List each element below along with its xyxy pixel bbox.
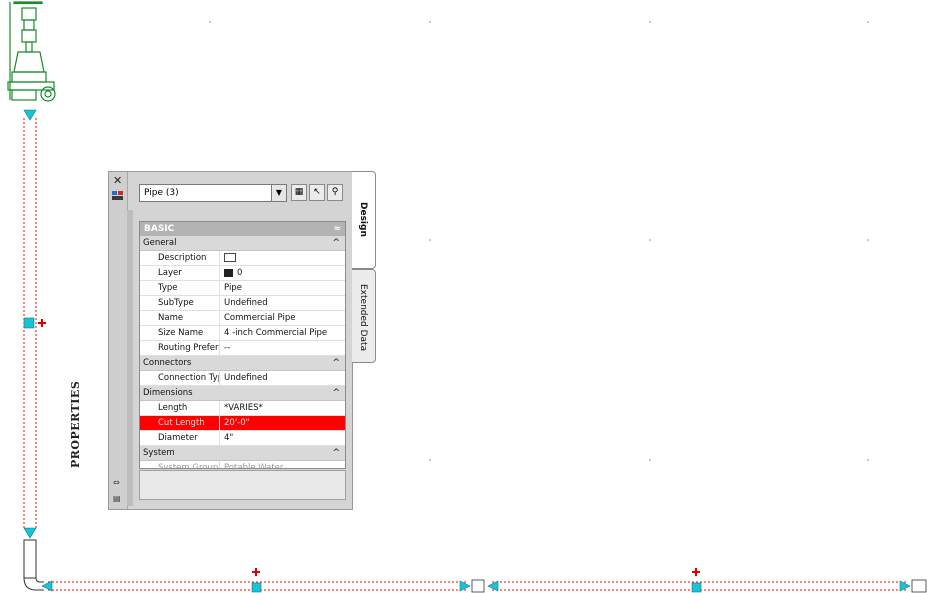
property-row[interactable]: SubType Undefined [140, 296, 345, 311]
chevron-up-icon[interactable]: ^ [332, 236, 340, 250]
property-row[interactable]: Description [140, 251, 345, 266]
tab-extended-data[interactable]: Extended Data [352, 269, 376, 363]
chevron-up-icon[interactable]: ^ [332, 356, 340, 370]
select-objects-button[interactable]: ↖ [309, 184, 325, 201]
collapse-icon[interactable]: ≈ [333, 222, 341, 236]
scrollbar[interactable] [127, 210, 133, 506]
layer-icon [224, 268, 233, 277]
chevron-down-icon[interactable]: ▼ [271, 185, 286, 201]
property-grid: BASIC ≈ General ^ Description Layer 0 Type P… [139, 221, 346, 469]
toggle-pickadd-button[interactable]: ▦ [291, 184, 307, 201]
property-row[interactable]: Routing Prefere...-- [140, 341, 345, 356]
category-system[interactable]: System ^ [140, 446, 345, 461]
property-row-selected[interactable]: Cut Length 20'-0" [140, 416, 345, 431]
property-row[interactable]: Name Commercial Pipe [140, 311, 345, 326]
category-dimensions[interactable]: Dimensions ^ [140, 386, 345, 401]
property-row[interactable]: Length *VARIES* [140, 401, 345, 416]
property-row[interactable]: Connection TypeUndefined [140, 371, 345, 386]
basic-header[interactable]: BASIC ≈ [140, 222, 345, 236]
property-row[interactable]: Layer 0 [140, 266, 345, 281]
menu-icon[interactable]: ▤ [113, 494, 123, 503]
category-connectors[interactable]: Connectors ^ [140, 356, 345, 371]
property-row[interactable]: System Group Potable Water [140, 461, 345, 468]
palette-title: PROPERTIES [69, 380, 82, 468]
properties-palette[interactable]: ✕ PROPERTIES ⇔ ▤ Pipe (3) ▼ ▦ ↖ ⚲ BASIC ≈… [69, 171, 378, 510]
pump-equipment-icon[interactable] [7, 1, 56, 102]
properties-panel: ✕ PROPERTIES ⇔ ▤ Pipe (3) ▼ ▦ ↖ ⚲ BASIC ≈… [69, 171, 353, 510]
property-row[interactable]: Type Pipe [140, 281, 345, 296]
auto-hide-icon[interactable] [111, 189, 124, 202]
quick-select-button[interactable]: ⚲ [327, 184, 343, 201]
category-general[interactable]: General ^ [140, 236, 345, 251]
move-icon[interactable]: ⇔ [113, 478, 123, 487]
description-area [139, 470, 346, 500]
tab-design[interactable]: Design [352, 171, 376, 269]
description-icon[interactable] [224, 253, 236, 262]
chevron-up-icon[interactable]: ^ [332, 446, 340, 460]
close-icon[interactable]: ✕ [113, 174, 122, 187]
palette-title-strip[interactable]: ✕ PROPERTIES ⇔ ▤ [69, 172, 128, 509]
object-type-value: Pipe (3) [144, 188, 179, 198]
chevron-up-icon[interactable]: ^ [332, 386, 340, 400]
property-row[interactable]: Diameter 4" [140, 431, 345, 446]
pipe-elbow-icon[interactable] [23, 539, 44, 591]
property-row[interactable]: Size Name 4 -inch Commercial Pipe [140, 326, 345, 341]
object-type-dropdown[interactable]: Pipe (3) ▼ [139, 184, 287, 202]
